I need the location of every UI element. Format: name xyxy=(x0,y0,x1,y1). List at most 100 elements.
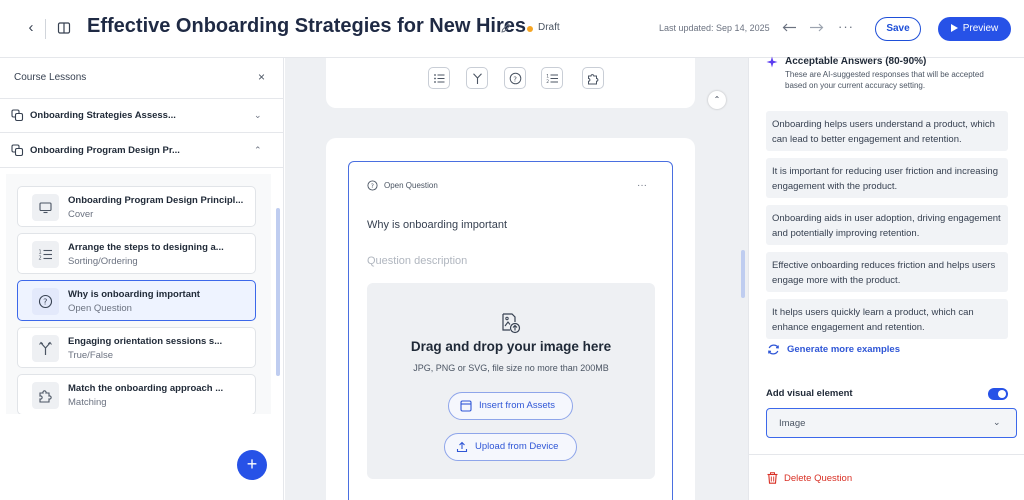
visual-element-toggle[interactable] xyxy=(988,388,1008,400)
preview-button-label: Preview xyxy=(962,23,999,34)
svg-text:?: ? xyxy=(371,183,374,190)
last-updated-text: Last updated: Sep 14, 2025 xyxy=(659,23,770,33)
copy-icon xyxy=(11,109,24,122)
lesson-type: Open Question xyxy=(68,303,132,314)
course-lessons-panel: Course Lessons × Onboarding Strategies A… xyxy=(0,58,284,500)
toolbar-sorting-button[interactable]: 12 xyxy=(541,67,563,89)
add-visual-element-label: Add visual element xyxy=(766,388,853,399)
lesson-item-true-false[interactable]: Engaging orientation sessions s... True/… xyxy=(17,327,256,368)
question-block[interactable]: ? Open Question ··· Why is onboarding im… xyxy=(348,161,673,500)
answer-item[interactable]: It helps users quickly learn a product, … xyxy=(766,299,1008,339)
toggle-knob xyxy=(998,390,1006,398)
insert-from-assets-button[interactable]: Insert from Assets xyxy=(448,392,573,420)
svg-text:?: ? xyxy=(513,75,517,83)
monitor-icon xyxy=(32,194,59,221)
question-circle-icon: ? xyxy=(509,72,522,85)
question-more-icon[interactable]: ··· xyxy=(637,180,647,191)
image-dropzone[interactable]: Drag and drop your image here JPG, PNG o… xyxy=(367,283,655,479)
toolbar-true-false-button[interactable] xyxy=(466,67,488,89)
header-divider xyxy=(45,19,46,39)
delete-question-button[interactable]: Delete Question xyxy=(784,473,852,484)
lesson-item-matching[interactable]: Match the onboarding approach ... Matchi… xyxy=(17,374,256,414)
answer-item[interactable]: Effective onboarding reduces friction an… xyxy=(766,252,1008,292)
upload-icon xyxy=(456,441,468,453)
section-label: Onboarding Program Design Pr... xyxy=(30,145,180,156)
svg-text:2: 2 xyxy=(546,79,549,85)
sort-list-icon: 12 xyxy=(32,241,59,268)
svg-text:1: 1 xyxy=(546,74,549,80)
question-circle-icon: ? xyxy=(367,180,378,191)
svg-text:?: ? xyxy=(43,298,47,307)
question-circle-icon: ? xyxy=(32,288,59,315)
lesson-title: Match the onboarding approach ... xyxy=(68,383,224,394)
answer-item[interactable]: It is important for reducing user fricti… xyxy=(766,158,1008,198)
book-icon xyxy=(57,22,71,34)
chevron-up-icon[interactable]: ⌃ xyxy=(254,145,262,156)
lesson-item-cover[interactable]: Onboarding Program Design Principl... Co… xyxy=(17,186,256,227)
branch-icon xyxy=(473,73,482,84)
lesson-type: True/False xyxy=(68,350,114,361)
question-text-field[interactable]: Why is onboarding important xyxy=(367,219,507,231)
generate-more-examples-link[interactable]: Generate more examples xyxy=(787,344,900,355)
toolbar-open-question-button[interactable]: ? xyxy=(504,67,526,89)
answer-item[interactable]: Onboarding helps users understand a prod… xyxy=(766,111,1008,151)
refresh-icon[interactable] xyxy=(767,343,780,356)
lesson-list: Onboarding Program Design Principl... Co… xyxy=(6,174,271,414)
back-button[interactable]: ‹ xyxy=(22,18,40,38)
dropzone-subtitle: JPG, PNG or SVG, file size no more than … xyxy=(413,363,609,373)
chevron-down-icon[interactable]: ⌄ xyxy=(254,110,262,121)
collapse-toggle-button[interactable]: ⌃ xyxy=(708,91,726,109)
pencil-icon[interactable] xyxy=(500,22,512,34)
save-button[interactable]: Save xyxy=(875,17,921,41)
question-description-field[interactable]: Question description xyxy=(367,255,467,267)
lesson-item-open-question[interactable]: ? Why is onboarding important Open Quest… xyxy=(17,280,256,321)
ai-sparkle-icon xyxy=(766,56,778,68)
lessons-panel-header: Course Lessons × xyxy=(0,58,284,99)
lesson-type: Cover xyxy=(68,209,94,220)
lesson-title: Onboarding Program Design Principl... xyxy=(68,195,244,206)
puzzle-icon xyxy=(32,382,59,409)
upload-from-device-button[interactable]: Upload from Device xyxy=(444,433,577,461)
lessons-scrollbar[interactable] xyxy=(276,208,280,376)
svg-text:2: 2 xyxy=(39,256,42,262)
browser-window-icon xyxy=(460,400,472,412)
lesson-item-sorting[interactable]: 12 Arrange the steps to designing a... S… xyxy=(17,233,256,274)
undo-icon[interactable] xyxy=(782,21,798,35)
image-upload-icon xyxy=(502,313,521,334)
visual-type-value: Image xyxy=(779,418,806,429)
chevron-down-icon: ⌄ xyxy=(993,417,1001,427)
answer-item[interactable]: Onboarding aids in user adoption, drivin… xyxy=(766,205,1008,245)
section-onboarding-program-design[interactable]: Onboarding Program Design Pr... ⌃ xyxy=(0,134,284,168)
trash-icon[interactable] xyxy=(767,472,778,484)
sort-list-icon: 12 xyxy=(546,74,558,85)
insert-from-assets-label: Insert from Assets xyxy=(479,400,556,411)
draft-status-dot xyxy=(527,26,533,32)
question-type-label: Open Question xyxy=(384,181,438,190)
upload-from-device-label: Upload from Device xyxy=(475,441,559,452)
lesson-title: Why is onboarding important xyxy=(68,289,200,300)
more-options-icon[interactable]: ··· xyxy=(838,19,854,34)
puzzle-icon xyxy=(588,74,599,85)
lesson-type: Matching xyxy=(68,397,107,408)
visual-type-select[interactable]: Image ⌄ xyxy=(766,408,1017,438)
acceptable-answers-description: These are AI-suggested responses that wi… xyxy=(785,70,984,90)
panel-divider xyxy=(749,454,1024,455)
list-icon xyxy=(434,74,445,83)
toolbar-list-button[interactable] xyxy=(428,67,450,89)
settings-scrollbar[interactable] xyxy=(741,250,745,298)
play-icon xyxy=(950,24,958,32)
copy-icon xyxy=(11,144,24,157)
top-header: ‹ Effective Onboarding Strategies for Ne… xyxy=(0,0,1024,58)
question-slide-card: ? Open Question ··· Why is onboarding im… xyxy=(326,138,695,500)
toolbar-matching-button[interactable] xyxy=(582,67,604,89)
branch-icon xyxy=(32,335,59,362)
redo-icon[interactable] xyxy=(808,21,824,35)
preview-button[interactable]: Preview xyxy=(938,17,1011,41)
add-lesson-button[interactable]: + xyxy=(237,450,267,480)
question-settings-panel: Acceptable Answers (80-90%) These are AI… xyxy=(741,56,1024,500)
close-panel-button[interactable]: × xyxy=(258,70,265,84)
section-onboarding-strategies-assessment[interactable]: Onboarding Strategies Assess... ⌄ xyxy=(0,99,284,133)
editor-canvas: ? 12 ⌃ ? Open Question ··· Why is onboar… xyxy=(285,58,748,500)
lessons-panel-title: Course Lessons xyxy=(14,72,87,83)
lesson-title: Arrange the steps to designing a... xyxy=(68,242,224,253)
